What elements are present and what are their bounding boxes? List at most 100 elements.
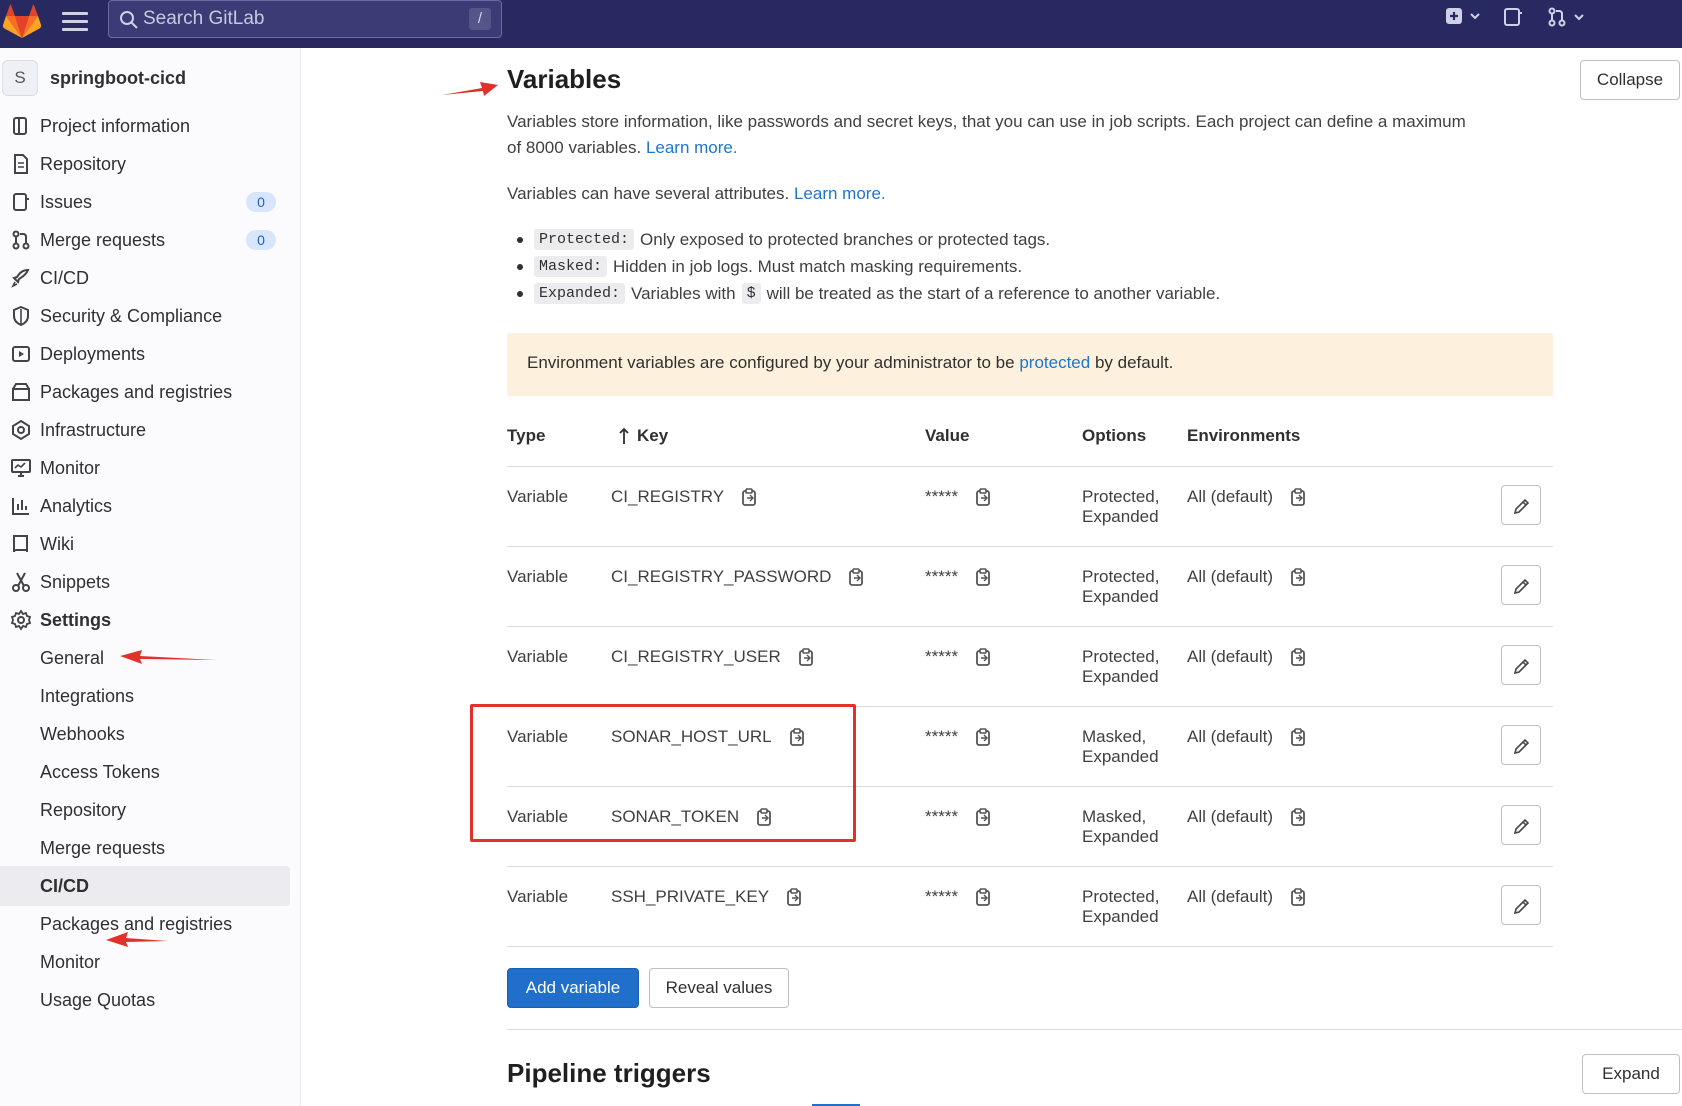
edit-variable-button[interactable] [1501,645,1541,685]
sidebar-item-infrastructure[interactable]: Infrastructure [0,410,290,450]
sidebar-item-packages-registries[interactable]: Packages and registries [0,372,290,412]
sidebar-item-issues[interactable]: Issues 0 [0,182,290,222]
edit-variable-button[interactable] [1501,885,1541,925]
copy-icon[interactable] [1289,487,1307,507]
list-item: Expanded: Variables with $ will be treated … [516,280,1220,307]
copy-icon[interactable] [797,647,815,667]
search-input[interactable] [143,8,443,30]
masked-value: ***** [925,567,959,586]
edit-variable-button[interactable] [1501,485,1541,525]
sidebar-item-merge-requests[interactable]: Merge requests 0 [0,220,290,260]
alert-text: Environment variables are configured by … [527,353,1173,373]
option-line: Masked, [1082,807,1147,826]
copy-icon[interactable] [974,887,992,907]
code-label: $ [741,283,761,304]
variable-options: Protected, Expanded [1082,487,1160,527]
project-header[interactable]: S springboot-cicd [0,58,186,98]
sidebar-subitem-repository[interactable]: Repository [0,790,290,830]
variable-environment: All (default) [1187,647,1307,667]
environment-text: All (default) [1187,727,1273,746]
variable-key-text: CI_REGISTRY [611,487,725,506]
edit-variable-button[interactable] [1501,565,1541,605]
attributes-list: Protected: Only exposed to protected bran… [516,226,1220,307]
copy-icon[interactable] [1289,647,1307,667]
sidebar-subitem-usage-quotas[interactable]: Usage Quotas [0,980,290,1020]
copy-icon[interactable] [1289,727,1307,747]
sidebar-subitem-webhooks[interactable]: Webhooks [0,714,290,754]
option-line: Expanded [1082,587,1159,606]
copy-icon[interactable] [974,727,992,747]
sidebar-item-wiki[interactable]: Wiki [0,524,290,564]
column-header-environments: Environments [1187,426,1301,445]
book-icon [13,535,28,553]
sidebar-item-settings[interactable]: Settings [0,600,290,640]
sidebar-item-cicd[interactable]: CI/CD [0,258,290,298]
sidebar-subitem-access-tokens[interactable]: Access Tokens [0,752,290,792]
variable-value: ***** [925,647,992,667]
sidebar-item-deployments[interactable]: Deployments [0,334,290,374]
variable-value: ***** [925,487,992,507]
copy-icon[interactable] [1289,807,1307,827]
menu-icon[interactable] [62,12,88,34]
add-variable-button[interactable]: Add variable [507,968,639,1008]
learn-more-link[interactable]: Learn more. [646,138,738,157]
option-line: Protected, [1082,647,1160,666]
package-icon [12,383,30,401]
copy-icon[interactable] [974,487,992,507]
document-icon [14,154,28,174]
pencil-icon [1513,738,1530,755]
copy-icon[interactable] [785,887,803,907]
sidebar-item-label: Project information [40,115,191,136]
shield-icon [13,305,29,327]
variable-environment: All (default) [1187,727,1307,747]
variable-type: Variable [507,647,569,666]
sidebar-subitem-merge-requests[interactable]: Merge requests [0,828,290,868]
sidebar-subitem-integrations[interactable]: Integrations [0,676,290,716]
learn-more-link[interactable]: Learn more. [794,184,886,203]
description-line: Variables store information, like passwo… [507,112,1466,131]
sidebar-item-snippets[interactable]: Snippets [0,562,290,602]
sidebar-subitem-label: General [40,647,105,668]
variable-key: SSH_PRIVATE_KEY [611,887,803,907]
copy-icon[interactable] [740,487,758,507]
copy-icon[interactable] [974,807,992,827]
edit-variable-button[interactable] [1501,725,1541,765]
issues-nav-button[interactable] [1502,6,1524,28]
pencil-icon [1513,498,1530,515]
sidebar-subitem-label: Webhooks [40,723,125,744]
sidebar-subitem-cicd[interactable]: CI/CD [0,866,290,906]
option-line: Expanded [1082,667,1159,686]
sidebar-item-monitor[interactable]: Monitor [0,448,290,488]
edit-variable-button[interactable] [1501,805,1541,845]
sidebar-item-label: Analytics [40,495,113,516]
sidebar-item-repository[interactable]: Repository [0,144,290,184]
reveal-values-button[interactable]: Reveal values [649,968,789,1008]
protected-link[interactable]: protected [1019,353,1090,372]
alert-text-before: Environment variables are configured by … [527,353,1015,372]
sidebar-item-project-information[interactable]: Project information [0,106,290,146]
variable-environment: All (default) [1187,807,1307,827]
merge-requests-nav-dropdown[interactable] [1546,6,1586,28]
description-text: Variables can have several attributes. [507,184,790,203]
copy-icon[interactable] [1289,887,1307,907]
column-header-key[interactable]: Key [617,426,668,446]
expand-button[interactable]: Expand [1582,1054,1680,1094]
list-item-text: Only exposed to protected branches or pr… [640,229,1051,249]
sidebar-item-label: Monitor [40,457,101,478]
sidebar-subitem-label: Merge requests [40,837,166,858]
sidebar-item-security-compliance[interactable]: Security & Compliance [0,296,290,336]
chevron-down-icon [1574,14,1584,21]
search-box[interactable]: / [108,0,502,38]
create-new-dropdown[interactable] [1444,6,1482,26]
collapse-button[interactable]: Collapse [1580,60,1680,100]
pencil-icon [1513,898,1530,915]
copy-icon[interactable] [847,567,865,587]
copy-icon[interactable] [1289,567,1307,587]
gitlab-logo-icon[interactable] [2,4,42,40]
sidebar-item-label: Settings [40,609,112,630]
description-line: of 8000 variables. Learn more. [507,135,1466,161]
variable-environment: All (default) [1187,567,1307,587]
copy-icon[interactable] [974,567,992,587]
copy-icon[interactable] [974,647,992,667]
sidebar-item-analytics[interactable]: Analytics [0,486,290,526]
